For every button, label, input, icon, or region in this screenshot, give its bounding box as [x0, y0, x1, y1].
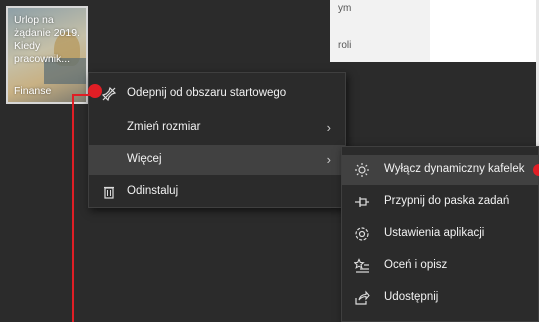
pin-taskbar-icon [354, 194, 370, 210]
background-panel: ym roli [330, 0, 430, 62]
submenu-item-label: Przypnij do paska zadań [384, 195, 510, 207]
menu-item-label: Odinstaluj [127, 185, 179, 197]
annotation-marker [533, 164, 539, 176]
trash-icon [101, 184, 117, 200]
menu-item-uninstall[interactable]: Odinstaluj [89, 177, 345, 207]
annotation-line [72, 94, 74, 322]
submenu-item-pin-taskbar[interactable]: Przypnij do paska zadań [342, 187, 538, 217]
context-menu: Odepnij od obszaru startowego Zmień rozm… [88, 72, 346, 208]
submenu-item-disable-live-tile[interactable]: Wyłącz dynamiczny kafelek [342, 155, 538, 185]
unpin-icon [101, 86, 117, 102]
submenu-item-label: Wyłącz dynamiczny kafelek [384, 163, 525, 175]
chevron-right-icon: › [326, 120, 331, 135]
background-text: ym [338, 3, 352, 14]
background-text: roli [338, 40, 352, 51]
submenu-item-label: Ustawienia aplikacji [384, 227, 485, 239]
star-list-icon [353, 258, 370, 274]
chevron-right-icon: › [326, 152, 331, 167]
tile-title: Urlop na żądanie 2019. Kiedy pracownik..… [14, 14, 80, 65]
annotation-marker [88, 84, 102, 98]
sun-icon [354, 162, 370, 178]
start-tile[interactable]: Urlop na żądanie 2019. Kiedy pracownik..… [6, 6, 88, 104]
submenu-item-label: Oceń i opisz [384, 259, 448, 271]
submenu-item-share[interactable]: Udostępnij [342, 283, 538, 313]
tile-group-label: Finanse [14, 85, 52, 97]
menu-item-unpin[interactable]: Odepnij od obszaru startowego [89, 79, 345, 109]
menu-item-label: Odepnij od obszaru startowego [127, 87, 287, 99]
menu-item-more[interactable]: Więcej › [89, 145, 345, 175]
menu-item-label: Więcej [127, 153, 162, 165]
submenu-item-app-settings[interactable]: Ustawienia aplikacji [342, 219, 538, 249]
submenu-item-label: Udostępnij [384, 291, 439, 303]
menu-item-label: Zmień rozmiar [127, 121, 201, 133]
share-icon [354, 290, 370, 306]
submenu-more: Wyłącz dynamiczny kafelek Przypnij do pa… [341, 146, 539, 322]
gear-icon [354, 226, 370, 242]
submenu-item-rate-review[interactable]: Oceń i opisz [342, 251, 538, 281]
menu-item-resize[interactable]: Zmień rozmiar › [89, 113, 345, 143]
